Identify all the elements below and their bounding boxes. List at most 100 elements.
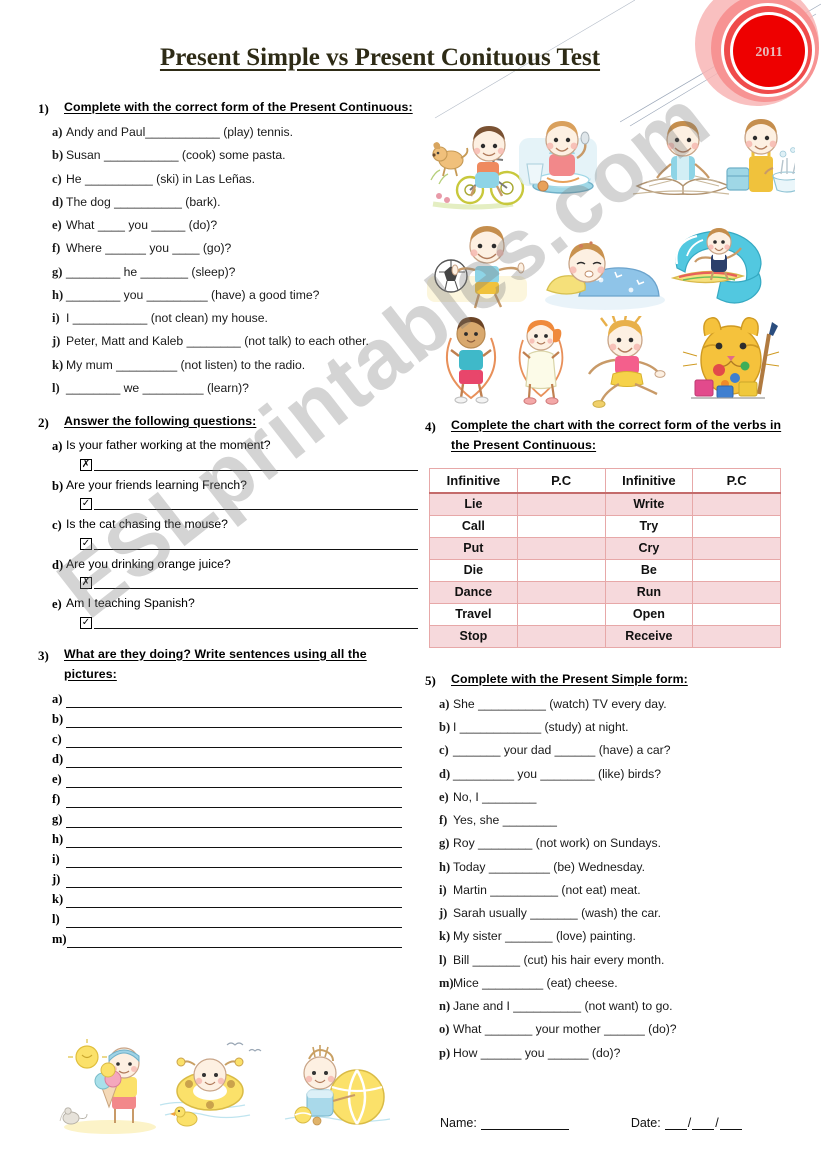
exercise-2-heading: 2) Answer the following questions: — [38, 412, 418, 433]
exercise-5-item-text[interactable]: Yes, she ________ — [453, 809, 797, 832]
exercise-2-question-text: Am I teaching Spanish? — [66, 596, 195, 611]
exercise-3-answer-line[interactable] — [66, 811, 402, 829]
exercise-5-item-text[interactable]: She __________ (watch) TV every day. — [453, 693, 797, 716]
exercise-3-answer-line[interactable] — [66, 791, 402, 809]
exercise-1-item-text[interactable]: My mum _________ (not listen) to the rad… — [66, 354, 418, 377]
exercise-5-item: p) How ______ you ______ (do)? — [425, 1042, 797, 1065]
verb-answer-cell[interactable] — [692, 536, 781, 560]
verb-answer-cell[interactable] — [516, 624, 606, 648]
exercise-2-answer-row: ✗ — [38, 458, 418, 471]
exercise-1-item-text[interactable]: ________ we _________ (learn)? — [66, 377, 418, 400]
date-day-line[interactable] — [664, 1117, 687, 1130]
exercise-5-item-letter: f) — [439, 813, 448, 828]
exercise-3-answer-line[interactable] — [66, 831, 402, 849]
exercise-3-item-letter: b) — [52, 712, 64, 727]
exercise-1-item-text[interactable]: Andy and Paul___________ (play) tennis. — [66, 121, 418, 144]
verb-infinitive-cell: Try — [604, 514, 694, 538]
exercise-5-item-text[interactable]: _________ you ________ (like) birds? — [453, 763, 797, 786]
date-label: Date: — [630, 1116, 661, 1130]
verb-answer-cell[interactable] — [692, 624, 781, 648]
exercise-4-heading: 4) Complete the chart with the correct f… — [425, 416, 797, 456]
exercise-1-item-text[interactable]: The dog __________ (bark). — [66, 191, 418, 214]
exercise-5-item-letter: o) — [439, 1022, 450, 1037]
exercise-5-item: k) My sister _______ (love) painting. — [425, 925, 797, 948]
exercise-1-item-letter: e) — [52, 218, 62, 233]
exercise-2-question-text: Is the cat chasing the mouse? — [66, 517, 228, 532]
exercise-5-item-text[interactable]: Martin __________ (not eat) meat. — [453, 879, 797, 902]
verb-answer-cell[interactable] — [692, 580, 781, 604]
exercise-3-answer-line[interactable] — [66, 751, 402, 769]
exercise-1-item-text[interactable]: I ___________ (not clean) my house. — [66, 307, 418, 330]
cross-mark-icon[interactable]: ✗ — [80, 577, 92, 590]
exercise-4-number: 4) — [425, 419, 436, 434]
exercise-5-item-text[interactable]: How ______ you ______ (do)? — [453, 1042, 797, 1065]
exercise-3-answer-line[interactable] — [66, 731, 402, 749]
boy-skipping-rope-illustration — [446, 317, 496, 404]
exercise-2-question-text: Are your friends learning French? — [66, 477, 247, 492]
table-row: Dance Run — [429, 580, 781, 604]
exercise-5-item-text[interactable]: Bill _______ (cut) his hair every month. — [453, 949, 797, 972]
exercise-5-item-letter: a) — [439, 696, 450, 711]
left-column: 1) Complete with the correct form of the… — [38, 98, 418, 958]
exercise-3-item-letter: c) — [52, 732, 62, 747]
exercise-3-answer-row: d) — [38, 748, 418, 769]
exercise-1-item-text[interactable]: What ____ you _____ (do)? — [66, 214, 418, 237]
exercise-5-item: g) Roy ________ (not work) on Sundays. — [425, 832, 797, 855]
exercise-5-item-text[interactable]: My sister _______ (love) painting. — [453, 925, 797, 948]
exercise-5-item-text[interactable]: Jane and I __________ (not want) to go. — [453, 995, 797, 1018]
exercise-3-number: 3) — [38, 647, 49, 663]
exercise-3-answer-line[interactable] — [66, 691, 402, 709]
verb-answer-cell[interactable] — [692, 602, 781, 626]
exercise-5-item: h) Today _________ (be) Wednesday. — [425, 856, 797, 879]
exercise-2-item-letter: a) — [52, 439, 63, 454]
exercise-2-answer-line[interactable] — [94, 538, 418, 550]
exercise-2-number: 2) — [38, 415, 49, 431]
exercise-1-item-text[interactable]: Peter, Matt and Kaleb ________ (not talk… — [66, 330, 418, 353]
exercise-1-item-letter: b) — [52, 148, 64, 163]
check-mark-icon[interactable]: ✓ — [80, 498, 92, 511]
exercise-3-answer-line[interactable] — [66, 771, 402, 789]
exercise-2-answer-line[interactable] — [94, 617, 418, 629]
exercise-5-item-letter: k) — [439, 929, 451, 944]
check-mark-icon[interactable]: ✓ — [80, 616, 92, 629]
verb-answer-cell[interactable] — [516, 580, 606, 604]
exercise-5-item-text[interactable]: Roy ________ (not work) on Sundays. — [453, 832, 797, 855]
exercise-1-item-text[interactable]: ________ he _______ (sleep)? — [66, 261, 418, 284]
exercise-3-answer-line[interactable] — [66, 891, 402, 909]
girl-skipping-rope-illustration — [518, 320, 564, 405]
date-year-line[interactable] — [719, 1117, 742, 1130]
exercise-3-answer-line[interactable] — [66, 911, 402, 929]
date-month-line[interactable] — [692, 1117, 715, 1130]
exercise-5-item-text[interactable]: Mice _________ (eat) cheese. — [453, 972, 797, 995]
verb-answer-cell[interactable] — [692, 514, 781, 538]
exercise-1-item-text[interactable]: Susan ___________ (cook) some pasta. — [66, 144, 418, 167]
exercise-3-answer-line[interactable] — [66, 711, 402, 729]
check-mark-icon[interactable]: ✓ — [80, 537, 92, 550]
exercise-2-answer-line[interactable] — [94, 577, 418, 590]
exercise-2-answer-line[interactable] — [94, 459, 418, 471]
verb-answer-cell[interactable] — [516, 514, 606, 538]
verb-infinitive-cell: Run — [604, 580, 694, 604]
cross-mark-icon[interactable]: ✗ — [80, 458, 92, 471]
name-input-line[interactable] — [480, 1117, 569, 1130]
verb-answer-cell[interactable] — [516, 602, 606, 626]
exercise-3-answer-line[interactable] — [66, 931, 402, 949]
verb-answer-cell[interactable] — [692, 492, 781, 516]
exercise-5-item-text[interactable]: No, I ________ — [453, 786, 797, 809]
exercise-5-item-text[interactable]: _______ your dad ______ (have) a car? — [453, 739, 797, 762]
exercise-5-item-text[interactable]: Sarah usually _______ (wash) the car. — [453, 902, 797, 925]
exercise-3-answer-line[interactable] — [66, 871, 402, 889]
verb-answer-cell[interactable] — [516, 536, 606, 560]
exercise-2-answer-line[interactable] — [94, 498, 418, 511]
verb-answer-cell[interactable] — [516, 492, 606, 516]
exercise-2-answer-row: ✓ — [38, 616, 418, 629]
exercise-3-answer-line[interactable] — [66, 851, 402, 869]
exercise-5-item-text[interactable]: I ____________ (study) at night. — [453, 716, 797, 739]
exercise-1-item-text[interactable]: Where ______ you ____ (go)? — [66, 237, 418, 260]
verb-answer-cell[interactable] — [516, 558, 606, 582]
verb-answer-cell[interactable] — [692, 558, 781, 582]
exercise-1-item-text[interactable]: ________ you _________ (have) a good tim… — [66, 284, 418, 307]
exercise-1-item-text[interactable]: He __________ (ski) in Las Leñas. — [66, 168, 418, 191]
exercise-5-item-text[interactable]: What _______ your mother ______ (do)? — [453, 1018, 797, 1041]
exercise-5-item-text[interactable]: Today _________ (be) Wednesday. — [453, 856, 797, 879]
